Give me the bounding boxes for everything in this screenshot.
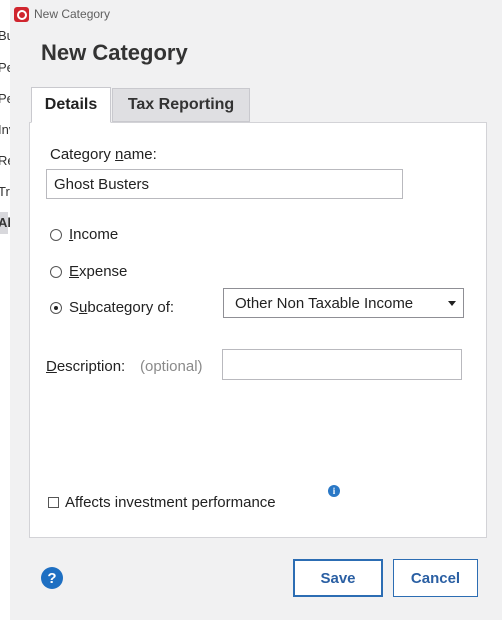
window-title: New Category: [34, 7, 111, 21]
save-button[interactable]: Save: [293, 559, 383, 597]
cancel-button[interactable]: Cancel: [393, 559, 478, 597]
affects-investment-label[interactable]: Affects investment performance: [65, 494, 276, 511]
details-panel: Category name: Income Expense Subcategor…: [29, 122, 487, 538]
affects-investment-checkbox[interactable]: [48, 497, 59, 508]
expense-label[interactable]: Expense: [69, 263, 127, 280]
subcategory-radio[interactable]: [50, 302, 62, 314]
tab-details[interactable]: Details: [31, 87, 111, 123]
description-optional-hint: (optional): [140, 358, 203, 375]
dialog-heading: New Category: [41, 40, 188, 65]
title-bar: New Category: [10, 0, 502, 30]
category-name-label: Category name:: [50, 146, 157, 163]
background-list-item-selected: Al: [0, 212, 11, 234]
dropdown-arrow-icon[interactable]: [448, 301, 456, 306]
category-name-input[interactable]: [46, 169, 403, 199]
new-category-dialog: New Category New Category Details Tax Re…: [10, 0, 502, 620]
income-radio[interactable]: [50, 229, 62, 241]
help-icon[interactable]: ?: [41, 567, 63, 589]
app-logo-icon: [14, 7, 29, 22]
income-label[interactable]: Income: [69, 226, 118, 243]
info-icon[interactable]: i: [328, 485, 340, 497]
expense-radio[interactable]: [50, 266, 62, 278]
parent-category-select[interactable]: Other Non Taxable Income: [223, 288, 464, 318]
tab-tax-reporting[interactable]: Tax Reporting: [112, 88, 250, 122]
parent-category-value: Other Non Taxable Income: [235, 294, 414, 312]
description-label: Description:: [46, 358, 126, 375]
subcategory-label[interactable]: Subcategory of:: [69, 299, 174, 316]
description-input[interactable]: [222, 349, 462, 380]
